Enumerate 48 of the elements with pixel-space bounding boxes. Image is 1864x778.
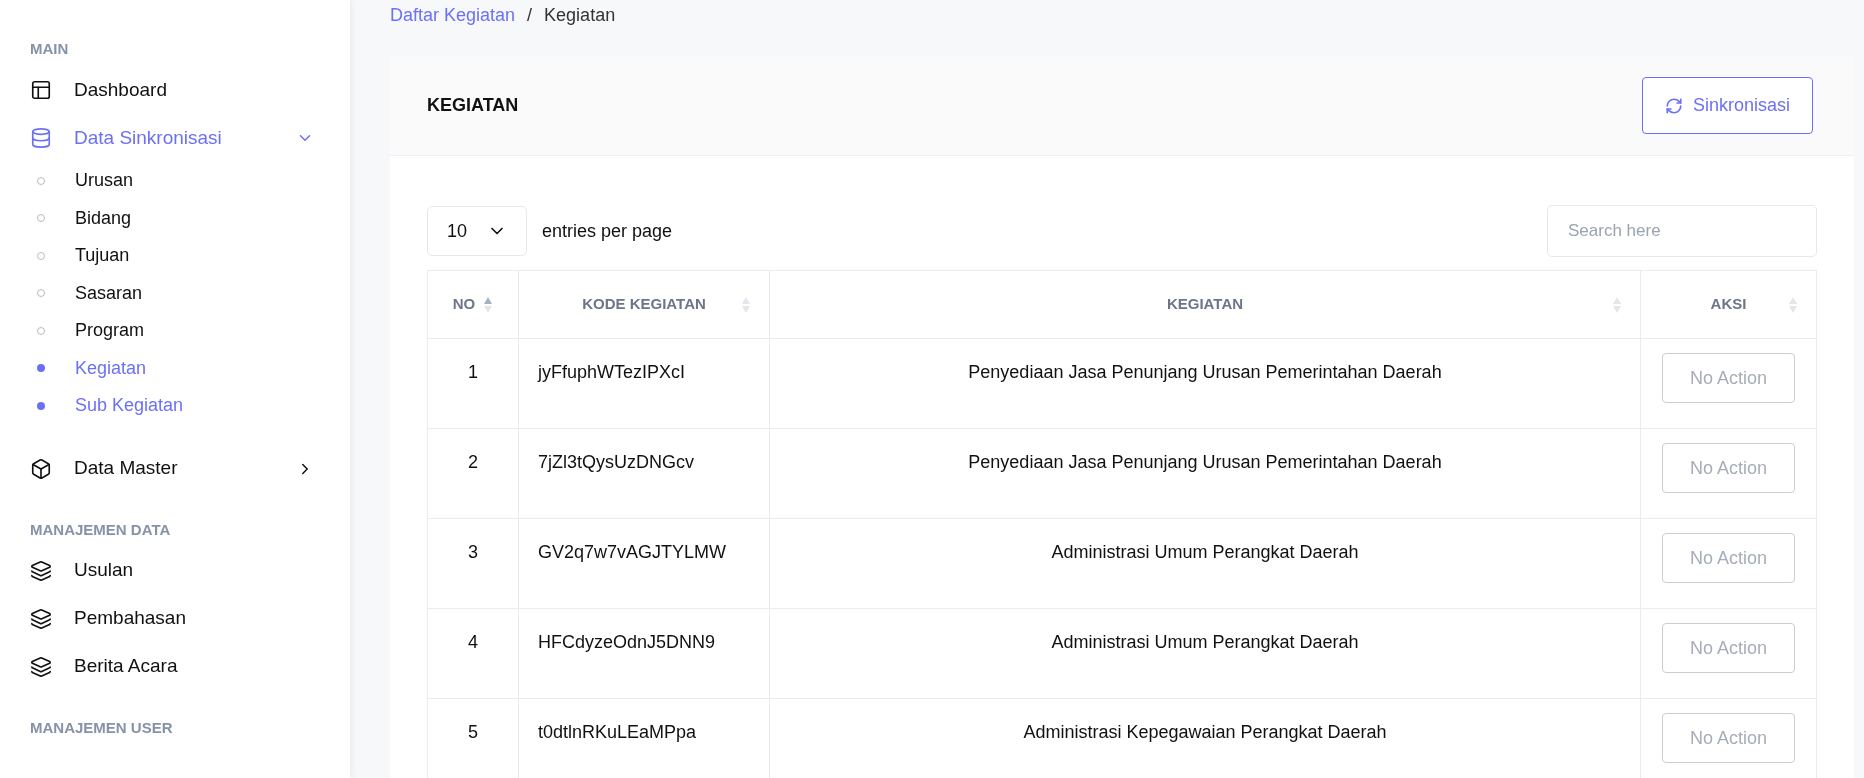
nav-item[interactable]: Pembahasan (30, 594, 350, 643)
sync-button[interactable]: Sinkronisasi (1641, 77, 1813, 134)
layers-icon (30, 655, 52, 678)
entries-select[interactable]: 10 (427, 206, 527, 256)
column-header[interactable]: AKSI (1640, 270, 1817, 339)
layout-icon (30, 79, 52, 101)
breadcrumb-separator: / (527, 3, 533, 27)
nav-item[interactable]: Dashboard (30, 66, 350, 114)
nav-subitem[interactable]: Urusan (30, 162, 350, 200)
column-header[interactable]: KEGIATAN (769, 270, 1641, 339)
table-cell: Penyediaan Jasa Penunjang Urusan Pemerintahan Daerah (769, 428, 1641, 519)
table-cell: 4 (427, 608, 519, 699)
table-cell: 3 (427, 518, 519, 609)
nav-item[interactable]: Usulan (30, 546, 350, 595)
section-title: MAIN (30, 39, 70, 58)
table-cell: Penyediaan Jasa Penunjang Urusan Pemerintahan Daerah (769, 338, 1641, 429)
entries-label: entries per page (542, 219, 673, 243)
table-cell: 1 (427, 338, 519, 429)
search-field[interactable]: Search here (1547, 205, 1817, 257)
nav-item[interactable]: Data Master (30, 444, 350, 493)
table-cell: HFCdyzeOdnJ5DNN9 (518, 608, 770, 699)
nav-subitem[interactable]: Sub Kegiatan (30, 387, 350, 425)
table-cell: 2 (427, 428, 519, 519)
nav-subitem[interactable]: Tujuan (30, 237, 350, 275)
section-title: MANAJEMEN USER (30, 717, 174, 737)
table-cell: Administrasi Umum Perangkat Daerah (769, 608, 1641, 699)
card-title: KEGIATAN (427, 94, 519, 117)
table-cell: Administrasi Umum Perangkat Daerah (769, 518, 1641, 609)
breadcrumb-current: Kegiatan (544, 3, 616, 27)
nav-subitem[interactable]: Sasaran (30, 274, 350, 312)
table-cell: 7jZl3tQysUzDNGcv (518, 428, 770, 519)
column-header[interactable]: NO (427, 270, 519, 339)
table-cell: GV2q7w7vAGJTYLMW (518, 518, 770, 609)
nav-item[interactable]: Berita Acara (30, 642, 350, 691)
layers-icon (30, 607, 52, 630)
refresh-icon (1664, 96, 1683, 115)
nav-subitem[interactable]: Kegiatan (30, 349, 350, 387)
nav-item[interactable]: Data Sinkronisasi (30, 114, 350, 162)
database-icon (30, 127, 52, 149)
nav-subitem[interactable]: Program (30, 312, 350, 350)
nav-subitem[interactable]: Bidang (30, 199, 350, 237)
column-header[interactable]: KODE KEGIATAN (518, 270, 770, 339)
table-cell: jyFfuphWTezIPXcI (518, 338, 770, 429)
section-title: MANAJEMEN DATA (30, 519, 172, 539)
layers-icon (30, 559, 52, 582)
table-cell: 5 (427, 698, 519, 778)
breadcrumb-link[interactable]: Daftar Kegiatan (390, 1, 516, 29)
cube-icon (30, 457, 52, 480)
